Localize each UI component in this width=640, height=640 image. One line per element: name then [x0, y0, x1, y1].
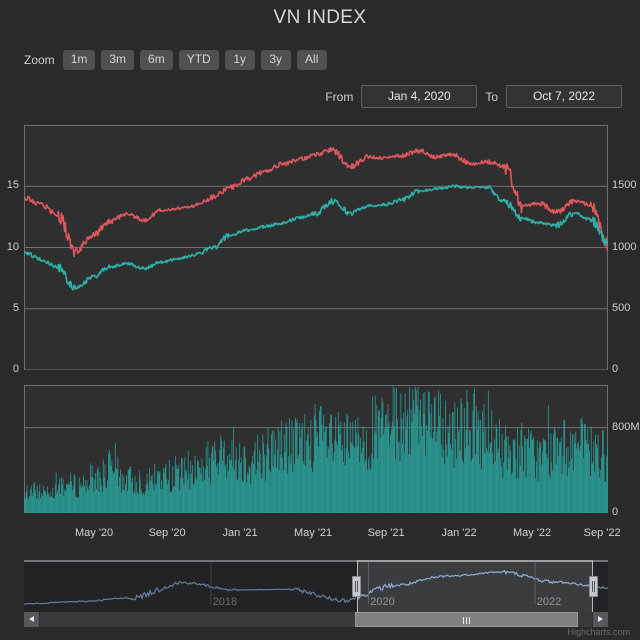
to-date-input[interactable]: Oct 7, 2022 [506, 85, 622, 108]
x-axis-tick: Jan '22 [441, 527, 477, 539]
price-series-svg [24, 125, 608, 370]
zoom-label: Zoom [24, 53, 55, 67]
x-axis-tick: May '22 [512, 527, 552, 539]
price-y-label-right: 1500 [612, 179, 637, 192]
price-y-label-left: 15 [6, 179, 19, 192]
range-button-3y[interactable]: 3y [260, 50, 291, 70]
highcharts-credit[interactable]: Highcharts.com [567, 627, 630, 637]
x-axis-tick: Sep '22 [583, 527, 621, 539]
range-button-1y[interactable]: 1y [224, 50, 255, 70]
navigator-mask-left [24, 560, 357, 612]
range-selector: Zoom 1m 3m 6m YTD 1y 3y All [24, 50, 327, 70]
navigator-handle-left[interactable] [352, 576, 362, 597]
price-y-label-right: 0 [612, 363, 619, 375]
stock-chart: VN INDEX Zoom 1m 3m 6m YTD 1y 3y All Fro… [0, 0, 640, 640]
volume-plot-area[interactable] [24, 385, 608, 513]
price-y-label-left: 0 [12, 363, 19, 375]
x-axis-tick: Jan '21 [222, 527, 258, 539]
scrollbar-thumb[interactable] [354, 612, 579, 627]
navigator[interactable]: 2018 2020 2022 [24, 560, 608, 612]
navigator-handle-right[interactable] [588, 576, 598, 597]
range-button-ytd[interactable]: YTD [178, 50, 219, 70]
page-title: VN INDEX [273, 7, 367, 28]
x-axis-tick: Sep '20 [148, 527, 186, 539]
range-button-1m[interactable]: 1m [62, 50, 96, 70]
scroll-right-arrow[interactable] [593, 612, 608, 627]
price-y-label-right: 1000 [612, 240, 637, 253]
price-y-label-right: 500 [612, 301, 631, 314]
range-button-3m[interactable]: 3m [101, 50, 135, 70]
range-inputs: From Jan 4, 2020 To Oct 7, 2022 [325, 85, 622, 108]
x-axis-tick: May '21 [293, 527, 333, 539]
to-label: To [485, 89, 498, 104]
scrollbar[interactable] [24, 612, 608, 627]
x-axis: May '20 Sep '20 Jan '21 May '21 Sep '21 Jan '… [24, 527, 621, 543]
volume-y-label: 0 [612, 506, 619, 518]
scrollbar-track[interactable] [40, 612, 592, 627]
from-date-input[interactable]: Jan 4, 2020 [361, 85, 478, 108]
x-axis-tick: May '20 [74, 527, 114, 539]
volume-y-label: 800M [612, 420, 640, 433]
price-plot-area[interactable] [24, 125, 608, 370]
range-button-6m[interactable]: 6m [140, 50, 173, 70]
volume-series-svg [24, 385, 608, 513]
scroll-left-arrow[interactable] [24, 612, 39, 627]
navigator-selected-range[interactable] [356, 560, 594, 612]
range-button-all[interactable]: All [296, 50, 327, 70]
price-y-label-left: 10 [6, 240, 19, 253]
price-y-label-left: 5 [12, 301, 19, 314]
from-label: From [325, 89, 354, 104]
x-axis-tick: Sep '21 [367, 527, 405, 539]
